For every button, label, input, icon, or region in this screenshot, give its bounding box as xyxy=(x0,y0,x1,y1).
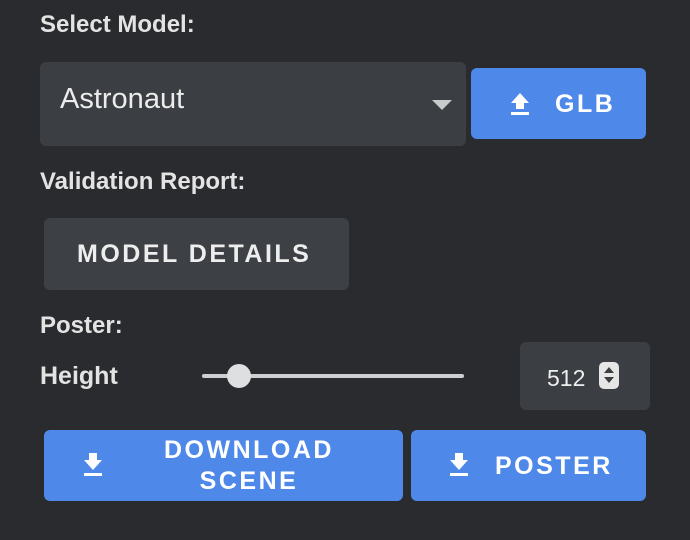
download-scene-button[interactable]: DOWNLOAD SCENE xyxy=(44,430,403,501)
dropdown-arrow-icon[interactable] xyxy=(432,100,452,110)
height-number-value: 512 xyxy=(547,365,586,391)
select-model-label: Select Model: xyxy=(40,11,195,38)
download-poster-button[interactable]: POSTER xyxy=(411,430,646,501)
model-details-button-label: MODEL DETAILS xyxy=(77,240,312,268)
upload-glb-button-label: GLB xyxy=(555,90,616,118)
spinner-icon[interactable] xyxy=(599,362,619,389)
validation-report-label: Validation Report: xyxy=(40,168,246,195)
model-select[interactable]: Astronaut xyxy=(40,62,466,146)
model-select-value: Astronaut xyxy=(60,83,185,115)
height-number-input[interactable]: 512 xyxy=(520,342,650,410)
upload-glb-button[interactable]: GLB xyxy=(471,68,646,139)
download-icon xyxy=(450,453,468,476)
upload-icon xyxy=(511,93,529,115)
download-scene-button-label: DOWNLOAD SCENE xyxy=(164,436,334,495)
height-label: Height xyxy=(40,362,118,390)
download-icon xyxy=(84,453,102,476)
height-slider-thumb[interactable] xyxy=(226,364,251,388)
download-poster-button-label: POSTER xyxy=(495,452,613,480)
spinner-down-icon[interactable] xyxy=(604,377,614,383)
poster-label: Poster: xyxy=(40,312,123,339)
spinner-up-icon[interactable] xyxy=(604,367,614,373)
model-details-button[interactable]: MODEL DETAILS xyxy=(44,218,349,290)
